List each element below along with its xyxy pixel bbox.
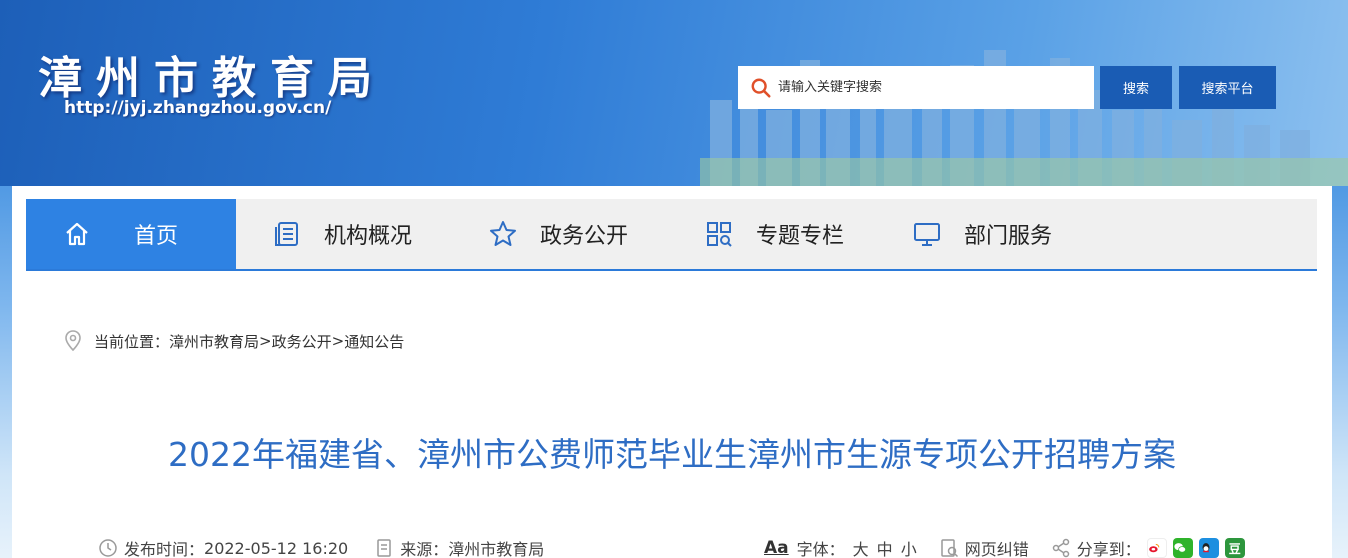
source-label: 来源： bbox=[400, 540, 449, 558]
star-icon bbox=[488, 219, 518, 249]
monitor-icon bbox=[912, 219, 942, 249]
breadcrumb-item[interactable]: 政务公开 bbox=[272, 331, 332, 352]
breadcrumb-item[interactable]: 漳州市教育局 bbox=[169, 331, 259, 352]
clock-icon bbox=[99, 539, 117, 557]
header-banner: 漳州市教育局 http://jyj.zhangzhou.gov.cn/ 搜索 搜… bbox=[0, 0, 1348, 186]
home-icon bbox=[62, 219, 92, 249]
share-label: 分享到： bbox=[1076, 540, 1141, 558]
document-icon bbox=[377, 539, 391, 557]
breadcrumb: 当前位置： 漳州市教育局 > 政务公开 > 通知公告 bbox=[64, 330, 404, 352]
share-icon bbox=[1052, 538, 1069, 558]
font-size-icon: Aa bbox=[764, 538, 789, 558]
correction-label: 网页纠错 bbox=[964, 540, 1029, 558]
nav-item-home[interactable]: 首页 bbox=[26, 199, 236, 269]
search-platform-button[interactable]: 搜索平台 bbox=[1179, 66, 1276, 109]
weibo-icon[interactable] bbox=[1146, 538, 1167, 558]
search-icon bbox=[751, 78, 771, 98]
correction-link[interactable]: 网页纠错 bbox=[939, 536, 1029, 558]
main-content: 首页 机构概况 政务公开 专题专栏 部门服务 当前位置： 漳州市教育局 > 政务… bbox=[12, 186, 1332, 558]
grid-search-icon bbox=[704, 219, 734, 249]
location-pin-icon bbox=[65, 330, 81, 352]
nav-item-label: 机构概况 bbox=[324, 224, 413, 249]
wechat-icon[interactable] bbox=[1172, 538, 1193, 558]
article-meta: 发布时间： 2022-05-12 16:20 来源： 漳州市教育局 bbox=[98, 536, 544, 558]
site-url: http://jyj.zhangzhou.gov.cn/ bbox=[64, 98, 332, 118]
publish-time-label: 发布时间： bbox=[124, 540, 205, 558]
search-button[interactable]: 搜索 bbox=[1100, 66, 1172, 109]
font-small-button[interactable]: 小 bbox=[901, 536, 917, 558]
search-input[interactable] bbox=[778, 80, 1078, 95]
nav-item-label: 部门服务 bbox=[964, 224, 1053, 249]
source: 漳州市教育局 bbox=[448, 540, 545, 558]
article-tools: Aa 字体： 大 中 小 网页纠错 分享到： 豆 bbox=[764, 536, 1267, 558]
search-box[interactable] bbox=[738, 66, 1094, 109]
nav-item-label: 首页 bbox=[134, 224, 179, 249]
font-large-button[interactable]: 大 bbox=[853, 536, 869, 558]
font-medium-button[interactable]: 中 bbox=[877, 536, 893, 558]
publish-time: 2022-05-12 16:20 bbox=[204, 538, 349, 558]
nav-item-government-affairs[interactable]: 政务公开 bbox=[452, 199, 668, 269]
nav-item-organization[interactable]: 机构概况 bbox=[236, 199, 452, 269]
nav-item-special-topics[interactable]: 专题专栏 bbox=[668, 199, 876, 269]
font-label: 字体： bbox=[796, 540, 845, 558]
main-nav: 首页 机构概况 政务公开 专题专栏 部门服务 bbox=[26, 199, 1317, 271]
qq-icon[interactable] bbox=[1198, 538, 1219, 558]
breadcrumb-prefix: 当前位置： bbox=[94, 332, 170, 351]
breadcrumb-item[interactable]: 通知公告 bbox=[344, 331, 404, 352]
correction-icon bbox=[940, 539, 958, 558]
site-title: 漳州市教育局 bbox=[38, 53, 386, 104]
nav-item-department-services[interactable]: 部门服务 bbox=[876, 199, 1052, 269]
article-title: 2022年福建省、漳州市公费师范毕业生漳州市生源专项公开招聘方案 bbox=[168, 435, 1176, 474]
nav-item-label: 专题专栏 bbox=[756, 224, 845, 249]
breadcrumb-separator: > bbox=[259, 332, 272, 350]
douban-icon[interactable]: 豆 bbox=[1224, 538, 1245, 558]
breadcrumb-separator: > bbox=[331, 332, 345, 350]
nav-item-label: 政务公开 bbox=[540, 224, 629, 249]
document-list-icon bbox=[272, 219, 302, 249]
